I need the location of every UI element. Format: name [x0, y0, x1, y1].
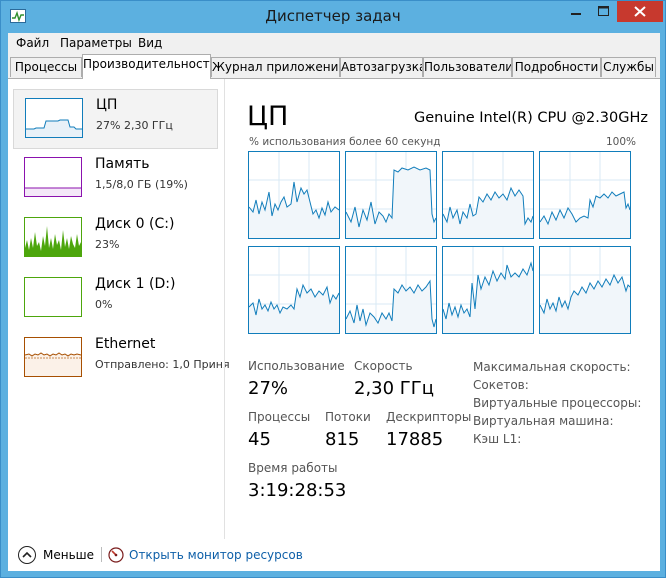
- menu-bar: Файл Параметры Вид: [8, 33, 660, 53]
- cpu-thumbnail-graph: [25, 98, 83, 138]
- tab-bar: Процессы Производительность Журнал прило…: [8, 53, 660, 79]
- client-area: Файл Параметры Вид Процессы Производител…: [8, 33, 660, 571]
- memory-thumbnail-graph: [24, 157, 82, 197]
- sockets-label: Сокетов:: [473, 378, 529, 392]
- tab-app-history[interactable]: Журнал приложений: [211, 57, 340, 77]
- max-speed-label: Максимальная скорость:: [473, 360, 631, 374]
- open-resource-monitor-link[interactable]: Открыть монитор ресурсов: [129, 548, 303, 562]
- tab-users[interactable]: Пользователи: [423, 57, 512, 77]
- resource-sidebar: ЦП 27% 2,30 ГГц Память 1,5/8,0 ГБ (19%) …: [8, 79, 230, 539]
- usage-label: Использование: [248, 359, 345, 373]
- tab-details[interactable]: Подробности: [512, 57, 601, 77]
- handles-label: Дескрипторы: [386, 410, 472, 424]
- speed-label: Скорость: [354, 359, 413, 373]
- sidebar-ethernet-title: Ethernet: [95, 336, 156, 352]
- menu-view[interactable]: Вид: [138, 36, 162, 50]
- sidebar-disk1-title: Диск 1 (D:): [95, 276, 176, 292]
- graph-max-label: 100%: [606, 136, 637, 148]
- sidebar-disk1-subtitle: 0%: [95, 298, 113, 311]
- sidebar-divider: [224, 79, 225, 539]
- menu-file[interactable]: Файл: [16, 36, 49, 50]
- threads-label: Потоки: [325, 410, 371, 424]
- uptime-label: Время работы: [248, 461, 338, 475]
- cpu-core-graph: [248, 151, 340, 239]
- cpu-core-graph: [539, 151, 631, 239]
- handles-value: 17885: [386, 429, 444, 450]
- sidebar-cpu-subtitle: 27% 2,30 ГГц: [96, 119, 173, 132]
- sidebar-disk0-subtitle: 23%: [95, 238, 120, 251]
- sidebar-item-disk1[interactable]: Диск 1 (D:) 0%: [13, 269, 218, 329]
- threads-value: 815: [325, 429, 360, 450]
- sidebar-item-disk0[interactable]: Диск 0 (C:) 23%: [13, 209, 218, 269]
- cpu-core-graph: [442, 151, 534, 239]
- minimize-icon: [571, 13, 581, 15]
- uptime-value: 3:19:28:53: [248, 480, 347, 501]
- sidebar-item-ethernet[interactable]: Ethernet Отправлено: 1,0 Приня: [13, 329, 230, 389]
- cpu-core-graph: [539, 246, 631, 334]
- minimize-button[interactable]: [562, 1, 590, 22]
- maximize-button[interactable]: [590, 1, 617, 22]
- virtual-processors-label: Виртуальные процессоры:: [473, 396, 642, 410]
- sidebar-item-memory[interactable]: Память 1,5/8,0 ГБ (19%): [13, 149, 218, 209]
- sidebar-memory-subtitle: 1,5/8,0 ГБ (19%): [95, 178, 188, 191]
- disk1-thumbnail-graph: [24, 277, 82, 317]
- menu-options[interactable]: Параметры: [60, 36, 132, 50]
- fewer-details-button[interactable]: [18, 546, 36, 564]
- tab-services[interactable]: Службы: [601, 57, 656, 77]
- ethernet-thumbnail-graph: [24, 337, 82, 377]
- usage-value: 27%: [248, 378, 289, 399]
- maximize-icon: [598, 6, 609, 16]
- sidebar-item-cpu[interactable]: ЦП 27% 2,30 ГГц: [13, 89, 218, 149]
- title-bar: Диспетчер задач: [1, 1, 665, 33]
- cpu-core-graph: [442, 246, 534, 334]
- close-button[interactable]: [617, 1, 663, 22]
- graph-caption: % использования более 60 секунд: [249, 136, 441, 148]
- sidebar-cpu-title: ЦП: [96, 97, 118, 113]
- footer-bar: Меньше Открыть монитор ресурсов: [8, 539, 660, 571]
- cpu-model-name: Genuine Intel(R) CPU @2.30GHz: [414, 110, 649, 126]
- cpu-core-graph: [248, 246, 340, 334]
- sidebar-memory-title: Память: [95, 156, 150, 172]
- chevron-up-icon: [22, 551, 32, 558]
- tab-processes[interactable]: Процессы: [10, 57, 82, 77]
- disk0-thumbnail-graph: [24, 217, 82, 257]
- fewer-details-label[interactable]: Меньше: [43, 548, 94, 562]
- cpu-core-graph: [345, 246, 437, 334]
- tab-performance[interactable]: Производительность: [82, 54, 211, 79]
- virtual-machine-label: Виртуальная машина:: [473, 414, 614, 428]
- tab-startup[interactable]: Автозагрузка: [340, 57, 423, 77]
- page-title: ЦП: [247, 101, 289, 132]
- resource-monitor-icon[interactable]: [108, 547, 124, 563]
- task-manager-window: Диспетчер задач Файл Параметры Вид Проце…: [0, 0, 666, 578]
- processes-label: Процессы: [248, 410, 311, 424]
- sidebar-ethernet-subtitle: Отправлено: 1,0 Приня: [95, 358, 230, 371]
- cpu-core-graph: [345, 151, 437, 239]
- speed-value: 2,30 ГГц: [354, 378, 435, 399]
- sidebar-disk0-title: Диск 0 (C:): [95, 216, 175, 232]
- l1-cache-label: Кэш L1:: [473, 432, 522, 446]
- footer-divider: [101, 547, 102, 562]
- close-icon: [634, 6, 646, 17]
- processes-value: 45: [248, 429, 271, 450]
